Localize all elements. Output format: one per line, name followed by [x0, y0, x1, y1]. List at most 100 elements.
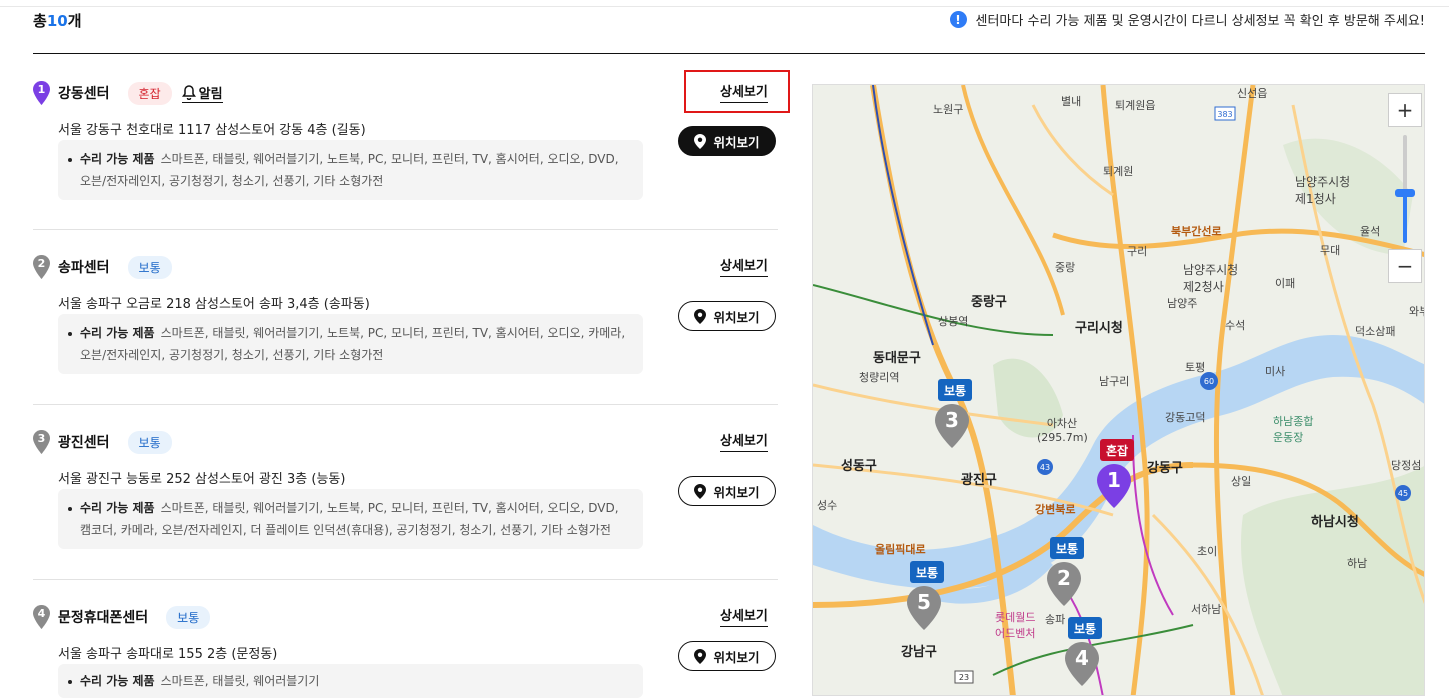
status-badge: 보통	[127, 430, 172, 454]
zoom-in-button[interactable]: +	[1388, 93, 1422, 127]
place-label: 하남종합 운동장	[1273, 415, 1314, 444]
center-address: 서울 송파구 송파대로 155 2층 (문정동)	[58, 647, 278, 662]
center-heading: 3 광진센터 보통	[33, 429, 182, 455]
place-label: 서하남	[1191, 603, 1222, 616]
place-label: 강동고덕	[1165, 411, 1206, 424]
location-button[interactable]: 위치보기	[678, 476, 776, 506]
center-number: 4	[37, 607, 46, 620]
marker-number: 4	[1075, 646, 1089, 670]
marker-status: 보통	[1050, 537, 1084, 559]
place-label: 별내	[1061, 95, 1082, 108]
center-name[interactable]: 송파센터	[58, 257, 110, 277]
map-marker[interactable]: 보통 5	[907, 561, 947, 630]
route-number: 383	[1217, 110, 1232, 119]
pin-icon: 3	[33, 430, 50, 454]
place-label: 중랑구	[971, 295, 1007, 310]
detail-link[interactable]: 상세보기	[720, 433, 768, 452]
location-button[interactable]: 위치보기	[678, 301, 776, 331]
total-number: 10	[46, 12, 68, 30]
bell-icon	[181, 85, 196, 100]
marker-number: 1	[1107, 468, 1121, 492]
repair-label: 수리 가능 제품	[80, 326, 155, 340]
marker-number: 2	[1057, 566, 1071, 590]
notice-text: 센터마다 수리 가능 제품 및 운영시간이 다르니 상세정보 꼭 확인 후 방문…	[975, 14, 1425, 29]
total-suffix: 개	[67, 12, 82, 30]
center-name[interactable]: 문정휴대폰센터	[58, 607, 148, 627]
place-label: 중랑	[1055, 261, 1076, 274]
place-label: 송파	[1045, 613, 1066, 626]
center-name[interactable]: 강동센터	[58, 83, 110, 103]
result-header: 총10개 ! 센터마다 수리 가능 제품 및 운영시간이 다르니 상세정보 꼭 …	[33, 8, 1425, 34]
location-pin-icon	[694, 133, 707, 149]
top-border	[0, 6, 1449, 7]
place-label: 와부	[1409, 305, 1424, 318]
center-number: 2	[37, 257, 46, 270]
pin-icon: 2	[33, 255, 50, 279]
center-address: 서울 강동구 천호대로 1117 삼성스토어 강동 4층 (길동)	[58, 123, 366, 138]
detail-link[interactable]: 상세보기	[720, 608, 768, 627]
place-label: 성동구	[841, 459, 877, 474]
marker-number: 3	[945, 408, 959, 432]
place-label: 수석	[1225, 319, 1246, 332]
road-label: 강변북로	[1035, 503, 1076, 516]
map-marker[interactable]: 보통 3	[935, 379, 975, 448]
center-number: 3	[37, 432, 46, 445]
place-label: 미사	[1265, 365, 1286, 378]
products-text: 오븐/전자레인지, 공기청정기, 청소기, 선풍기, 기타 소형가전	[80, 348, 384, 362]
road-label: 올림픽대로	[875, 543, 926, 556]
place-label: 퇴계원	[1103, 165, 1134, 178]
repair-label: 수리 가능 제품	[80, 152, 155, 166]
status-badge: 보통	[127, 255, 172, 279]
road-label: 북부간선로	[1171, 225, 1222, 238]
center-separator	[33, 404, 778, 405]
map-view[interactable]: 383 60 43 45 23 노원구 별내 퇴계원읍 신선읍 퇴계원 남양주시…	[812, 84, 1425, 696]
place-label: 강동구	[1147, 461, 1183, 476]
center-address: 서울 광진구 능동로 252 삼성스토어 광진 3층 (능동)	[58, 472, 346, 487]
place-label: 구리시청	[1075, 321, 1123, 336]
marker-status: 보통	[910, 561, 944, 583]
products-text: 스마트폰, 태블릿, 웨어러블기기, 노트북, PC, 모니터, 프린터, TV…	[160, 326, 626, 340]
location-button[interactable]: 위치보기	[678, 641, 776, 671]
map-marker[interactable]: 혼잡 1	[1097, 439, 1137, 508]
route-number: 60	[1204, 377, 1214, 386]
location-label: 위치보기	[713, 649, 760, 665]
place-label: 남양주시청 제2청사	[1183, 263, 1239, 294]
zoom-slider-handle[interactable]	[1395, 189, 1415, 197]
place-label: 구리	[1127, 245, 1148, 258]
location-label: 위치보기	[713, 134, 760, 150]
center-address: 서울 송파구 오금로 218 삼성스토어 송파 3,4층 (송파동)	[58, 297, 370, 312]
detail-link[interactable]: 상세보기	[720, 258, 768, 277]
route-number: 43	[1040, 463, 1050, 472]
place-label: 퇴계원읍	[1115, 99, 1156, 112]
place-label: 남구리	[1099, 375, 1130, 388]
status-badge: 혼잡	[127, 81, 172, 105]
place-label: 무대	[1320, 244, 1341, 257]
header-divider	[33, 53, 1425, 54]
alarm-button[interactable]: 알림	[181, 83, 223, 103]
place-label: 토평	[1185, 361, 1206, 374]
repair-products-box: 수리 가능 제품 스마트폰, 태블릿, 웨어러블기기, 노트북, PC, 모니터,…	[58, 489, 643, 549]
center-name[interactable]: 광진센터	[58, 432, 110, 452]
place-label: 초이	[1197, 545, 1218, 558]
place-label: 광진구	[961, 473, 997, 488]
products-text: 오븐/전자레인지, 공기청정기, 청소기, 선풍기, 기타 소형가전	[80, 174, 384, 188]
zoom-control: + −	[1388, 93, 1422, 283]
zoom-out-button[interactable]: −	[1388, 249, 1422, 283]
place-label: 하남시청	[1311, 515, 1359, 530]
location-label: 위치보기	[713, 484, 760, 500]
place-label: 신선읍	[1237, 87, 1268, 100]
pin-icon: 1	[33, 81, 50, 105]
place-label: 남양주	[1167, 297, 1198, 310]
map-marker[interactable]: 보통 4	[1065, 617, 1105, 686]
location-button[interactable]: 위치보기	[678, 126, 776, 156]
alarm-label: 알림	[198, 87, 223, 102]
place-label: 청량리역	[859, 371, 900, 384]
center-separator	[33, 579, 778, 580]
marker-status: 보통	[1068, 617, 1102, 639]
center-heading: 4 문정휴대폰센터 보통	[33, 604, 220, 630]
map-marker[interactable]: 보통 2	[1047, 537, 1087, 606]
repair-label: 수리 가능 제품	[80, 674, 155, 688]
products-text: 스마트폰, 태블릿, 웨어러블기기, 노트북, PC, 모니터, 프린터, TV…	[160, 152, 619, 166]
center-number: 1	[37, 83, 46, 96]
place-label: 롯데월드 어드벤처	[995, 611, 1036, 640]
